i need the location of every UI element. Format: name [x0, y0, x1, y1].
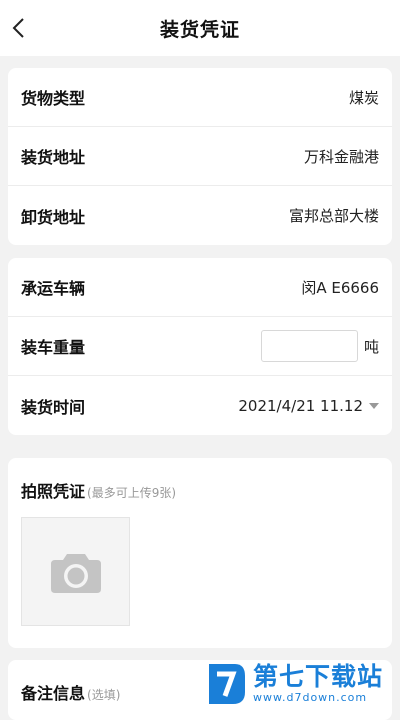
photo-upload-button[interactable] — [21, 517, 130, 626]
navbar: 装货凭证 — [0, 0, 400, 56]
unload-address-label: 卸货地址 — [21, 207, 86, 227]
vehicle-label: 承运车辆 — [21, 279, 86, 298]
load-address-row: 装货地址 万科金融港 — [8, 127, 392, 186]
load-time-row: 装货时间 2021/4/21 11.12 — [8, 376, 392, 435]
caret-down-icon — [369, 402, 379, 409]
d7-logo-icon — [209, 664, 245, 704]
photo-hint: (最多可上传9张) — [87, 486, 177, 500]
watermark: 第七下载站 www.d7down.com — [205, 660, 395, 708]
load-address-label: 装货地址 — [21, 148, 86, 167]
weight-unit: 吨 — [363, 337, 379, 356]
page-title: 装货凭证 — [159, 18, 240, 41]
weight-input[interactable] — [260, 330, 358, 362]
back-button[interactable] — [4, 12, 36, 44]
vehicle-value: 闵A E6666 — [301, 278, 379, 297]
photo-label: 拍照凭证 — [21, 482, 86, 501]
photo-card: 拍照凭证 (最多可上传9张) — [8, 458, 392, 648]
watermark-text: 第七下载站 www.d7down.com — [253, 663, 383, 705]
remark-label: 备注信息 — [21, 684, 86, 703]
load-time-label: 装货时间 — [21, 397, 86, 417]
chevron-left-icon — [12, 18, 24, 38]
unload-address-row: 卸货地址 富邦总部大楼 — [8, 186, 392, 245]
unload-address-value: 富邦总部大楼 — [288, 207, 379, 225]
watermark-url: www.d7down.com — [253, 691, 368, 704]
camera-icon — [50, 553, 101, 593]
cargo-type-value: 煤炭 — [348, 88, 379, 107]
weight-row: 装车重量 吨 — [8, 317, 392, 376]
cargo-type-label: 货物类型 — [21, 89, 86, 108]
load-time-select[interactable]: 2021/4/21 11.12 — [238, 397, 379, 415]
remark-hint: (选填) — [87, 688, 121, 702]
cargo-type-row: 货物类型 煤炭 — [8, 68, 392, 127]
watermark-title: 第七下载站 — [253, 662, 384, 691]
load-address-value: 万科金融港 — [303, 147, 379, 166]
cargo-card: 货物类型 煤炭 装货地址 万科金融港 卸货地址 富邦总部大楼 — [8, 68, 392, 245]
vehicle-row: 承运车辆 闵A E6666 — [8, 258, 392, 317]
weight-label: 装车重量 — [21, 338, 86, 357]
transport-card: 承运车辆 闵A E6666 装车重量 吨 装货时间 2021/4/21 11.1… — [8, 258, 392, 435]
photo-section-title: 拍照凭证 (最多可上传9张) — [8, 458, 392, 502]
load-time-value: 2021/4/21 11.12 — [238, 396, 363, 415]
